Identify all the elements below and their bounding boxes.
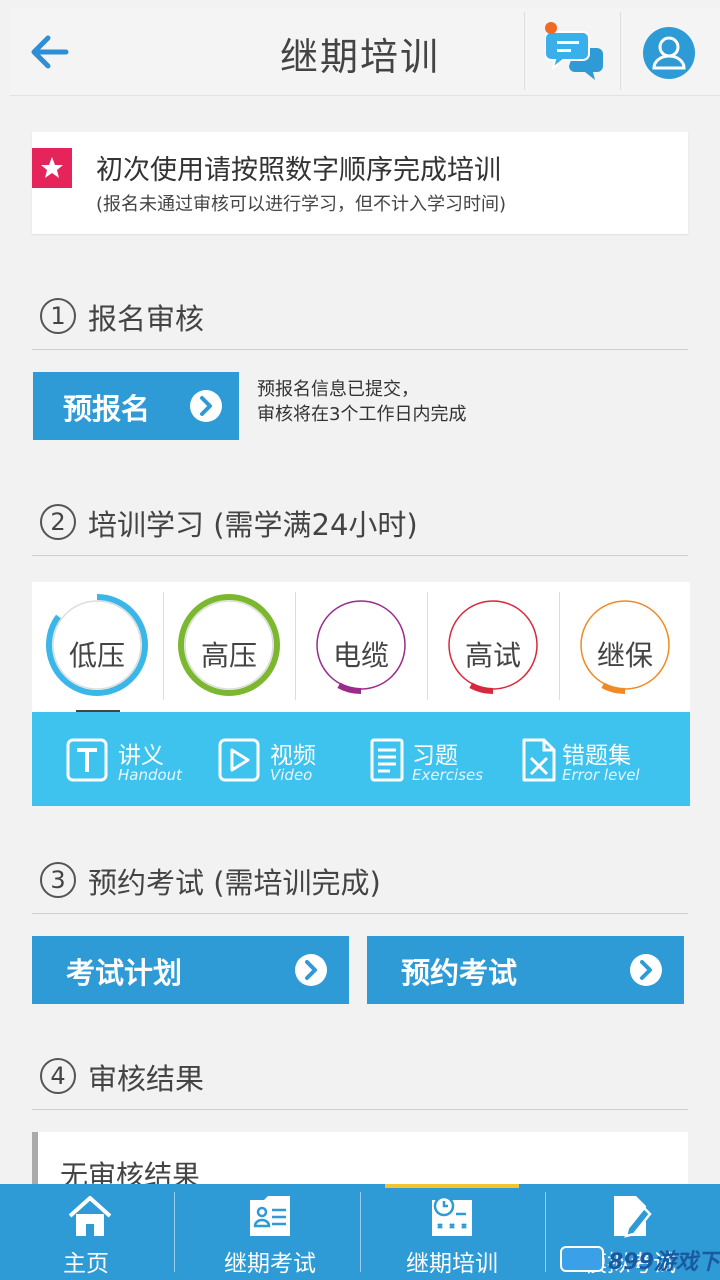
registration-status-line2: 审核将在3个工作日内完成 (257, 404, 467, 425)
header-divider (620, 12, 621, 90)
pre-register-button[interactable]: 预报名 (33, 372, 239, 440)
training-icon (432, 1195, 472, 1236)
error-set-icon (522, 738, 556, 782)
section-registration-review: 1 报名审核 (32, 290, 688, 350)
section-training-study: 2 培训学习 (需学满24小时) (32, 496, 688, 556)
app-header: 继期培训 (10, 8, 720, 96)
section-number: 1 (40, 298, 76, 334)
home-icon (68, 1196, 112, 1236)
section-exam-booking: 3 预约考试 (需培训完成) (32, 854, 688, 914)
material-label: 习题 (412, 743, 458, 769)
material-sublabel: Error level (562, 766, 640, 784)
material-error-set[interactable]: 错题集 Error level (518, 734, 678, 790)
material-sublabel: Video (270, 766, 313, 784)
section-title: 审核结果 (88, 1062, 205, 1096)
course-label: 电缆 (332, 639, 389, 672)
chevron-right-icon (295, 954, 327, 986)
nav-item-home[interactable]: 主页 (0, 1184, 180, 1280)
edit-icon (614, 1196, 652, 1238)
course-low-voltage[interactable]: 低压 (32, 590, 162, 700)
material-label: 讲义 (118, 743, 164, 769)
user-avatar-icon[interactable] (642, 26, 696, 80)
course-selector: 低压 高压 电缆 高试 继保 (32, 582, 690, 716)
course-high-voltage-test[interactable]: 高试 (428, 590, 558, 700)
course-label: 高试 (464, 639, 521, 672)
section-title: 预约考试 (需培训完成) (88, 866, 381, 900)
course-relay-protection[interactable]: 继保 (560, 590, 690, 700)
book-exam-button[interactable]: 预约考试 (367, 936, 684, 1004)
notice-main-text: 初次使用请按照数字顺序完成培训 (96, 155, 501, 186)
material-handout[interactable]: 讲义 Handout (66, 734, 206, 790)
handout-icon (66, 738, 108, 782)
nav-label: 主页 (63, 1251, 109, 1277)
material-label: 视频 (270, 743, 316, 769)
button-label: 考试计划 (66, 956, 183, 990)
chevron-right-icon (190, 390, 222, 422)
exam-icon (250, 1196, 290, 1236)
watermark-logo-icon (560, 1246, 604, 1272)
registration-status-line1: 预报名信息已提交， (257, 379, 419, 400)
course-cable[interactable]: 电缆 (296, 590, 426, 700)
nav-divider (174, 1192, 175, 1272)
section-title: 报名审核 (88, 302, 205, 336)
star-icon (32, 148, 72, 188)
material-sublabel: Handout (118, 766, 183, 784)
notice-card: 初次使用请按照数字顺序完成培训 (报名未通过审核可以进行学习，但不计入学习时间) (32, 132, 688, 234)
section-number: 4 (40, 1058, 76, 1094)
watermark-text: 899游戏下载 (608, 1250, 720, 1275)
section-number: 3 (40, 862, 76, 898)
page-title: 继期培训 (279, 35, 440, 79)
button-label: 预约考试 (401, 956, 518, 990)
header-divider (524, 12, 525, 90)
course-high-voltage[interactable]: 高压 (164, 590, 294, 700)
exercises-icon (370, 738, 404, 782)
section-review-result: 4 审核结果 (32, 1050, 688, 1110)
course-label: 低压 (68, 639, 125, 672)
nav-divider (360, 1192, 361, 1272)
section-number: 2 (40, 504, 76, 540)
button-label: 预报名 (63, 392, 151, 426)
chat-icon[interactable] (545, 22, 605, 82)
nav-item-exam[interactable]: 继期考试 (180, 1184, 360, 1280)
notice-sub-text: (报名未通过审核可以进行学习，但不计入学习时间) (96, 194, 507, 215)
material-video[interactable]: 视频 Video (218, 734, 358, 790)
chevron-right-icon (630, 954, 662, 986)
course-label: 高压 (200, 639, 257, 672)
nav-item-training[interactable]: 继期培训 (362, 1184, 542, 1280)
nav-label: 继期培训 (406, 1251, 498, 1277)
exam-plan-button[interactable]: 考试计划 (32, 936, 349, 1004)
course-label: 继保 (596, 639, 653, 672)
study-materials-bar: 讲义 Handout 视频 Video 习题 Exercises 错题集 Err… (32, 712, 690, 806)
nav-label: 继期考试 (224, 1251, 316, 1277)
video-icon (218, 738, 260, 782)
material-exercises[interactable]: 习题 Exercises (366, 734, 526, 790)
material-label: 错题集 (562, 743, 631, 769)
section-title: 培训学习 (需学满24小时) (88, 508, 418, 542)
material-sublabel: Exercises (412, 766, 484, 784)
